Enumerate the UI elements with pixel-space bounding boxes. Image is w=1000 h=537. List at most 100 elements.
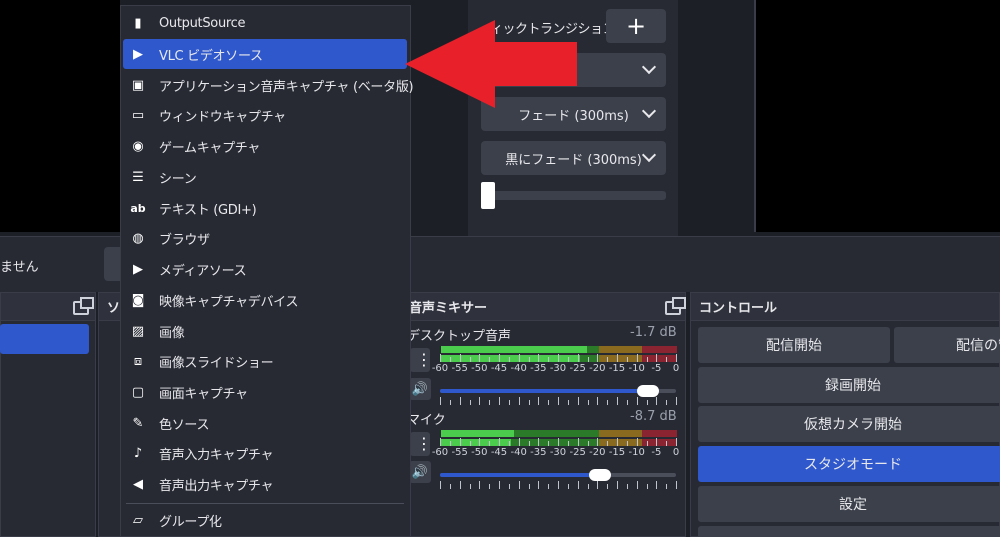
scale-tick [499,397,500,405]
scale-tick [508,357,510,362]
scale-label: -40 [510,447,527,458]
channel-name: デスクトップ音声 [407,329,512,344]
menu-item-8[interactable]: ▶ メディアソース [123,254,407,284]
channel-name: マイク [407,413,446,428]
scale-label: -35 [530,447,547,458]
scale-tick [656,481,658,489]
stream-settings-button[interactable]: 配信の管 [894,327,1000,363]
menu-item-6[interactable]: ab テキスト (GDI+) [123,193,407,223]
scale-tick [607,441,609,446]
menu-item-7[interactable]: ◍ ブラウザ [123,223,407,253]
scale-tick [587,441,589,446]
volume-slider[interactable] [440,473,676,477]
scale-tick [489,441,491,446]
volume-slider-knob[interactable] [636,385,659,397]
scale-tick [489,400,491,405]
scale-tick [676,354,677,362]
meter-scale [437,438,679,446]
float-dock-icon[interactable] [665,297,686,315]
scale-tick [469,441,471,446]
chevron-down-icon [641,103,657,119]
scale-tick [518,397,520,405]
transition-slider-handle[interactable] [481,182,495,209]
speaker-icon[interactable]: 🔊 [409,378,431,400]
folder-icon: ▱ [133,512,143,528]
scale-tick [666,400,668,405]
float-dock-icon[interactable] [73,297,94,315]
meter-scale [437,354,679,362]
scale-tick [676,481,677,489]
start-virtual-camera-button[interactable]: 仮想カメラ開始 [698,406,1000,442]
monitor-icon: ▢ [131,384,145,400]
menu-item-11[interactable]: ⧈ 画像スライドショー [123,346,407,376]
scale-tick [440,481,441,489]
menu-item-10[interactable]: ▨ 画像 [123,316,407,346]
scale-tick [626,400,628,405]
scale-tick [459,438,461,446]
preview-canvas [0,0,120,232]
transition-select-black-fade[interactable]: 黒にフェード (300ms) [481,141,666,175]
exit-button[interactable] [698,526,1000,537]
gamepad-icon: ◉ [132,138,144,154]
scale-tick [676,397,677,405]
scale-tick [449,441,451,446]
scale-tick [538,438,540,446]
panel-gap-right [678,0,754,236]
menu-item-1[interactable]: ▶ VLC ビデオソース [123,39,407,69]
menu-item-4[interactable]: ◉ ゲームキャプチャ [123,131,407,161]
scale-tick [548,357,550,362]
menu-item-13[interactable]: ✎ 色ソース [123,408,407,438]
transition-slider-track[interactable] [481,191,666,200]
scale-tick [567,484,569,489]
menu-item-label: アプリケーション音声キャプチャ (ベータ版) [159,79,414,95]
menu-item-12[interactable]: ▢ 画面キャプチャ [123,377,407,407]
scale-tick [518,354,520,362]
scale-tick [656,354,658,362]
channel-menu-button[interactable] [410,432,432,456]
menu-item-label: グループ化 [159,514,222,530]
scale-tick [440,397,441,405]
scale-label: -60 [431,447,449,458]
scale-label: -55 [451,363,468,374]
scale-tick [528,441,530,446]
scale-tick [597,397,599,405]
scale-label: 0 [672,447,680,458]
menu-item-3[interactable]: ▭ ウィンドウキャプチャ [123,100,407,130]
scale-tick [518,481,520,489]
channel-menu-button[interactable] [410,348,432,372]
text-icon: ab [130,201,146,215]
add-transition-button[interactable]: + [606,9,666,43]
scale-tick [538,397,540,405]
scale-label: -5 [651,447,662,458]
menu-item-5[interactable]: ☰ シーン [123,162,407,192]
menu-item-14[interactable]: ♪ 音声入力キャプチャ [123,438,407,468]
speaker-icon[interactable]: 🔊 [409,461,431,483]
studio-mode-button[interactable]: スタジオモード [698,446,1000,482]
start-recording-button[interactable]: 録画開始 [698,367,1000,403]
scale-tick [479,481,481,489]
menu-item-9[interactable]: ◙ 映像キャプチャデバイス [123,285,407,315]
scale-tick [646,400,648,405]
menu-item-2[interactable]: ▣ アプリケーション音声キャプチャ (ベータ版) [123,70,414,100]
scale-tick [676,438,677,446]
scene-list-item-selected[interactable] [0,324,89,354]
menu-item-15[interactable]: ◀ 音声出力キャプチャ [123,469,407,499]
settings-button[interactable]: 設定 [698,486,1000,522]
start-stream-button[interactable]: 配信開始 [698,327,890,363]
scale-tick [607,400,609,405]
scale-tick [617,481,618,489]
menu-item-16[interactable]: ▱ グループ化 [123,505,407,535]
scale-tick [636,354,638,362]
scale-tick [656,438,658,446]
scale-tick [558,397,559,405]
scale-label: -15 [608,363,626,374]
scale-label: -30 [549,447,567,458]
scale-tick [577,481,579,489]
scale-tick [499,354,500,362]
scale-tick [636,481,638,489]
scale-tick [548,484,550,489]
volume-slider-knob[interactable] [589,469,612,481]
red-arrow-annotation [405,20,577,108]
menu-item-0[interactable]: ▮ OutputSource [123,8,407,38]
scale-tick [626,357,628,362]
